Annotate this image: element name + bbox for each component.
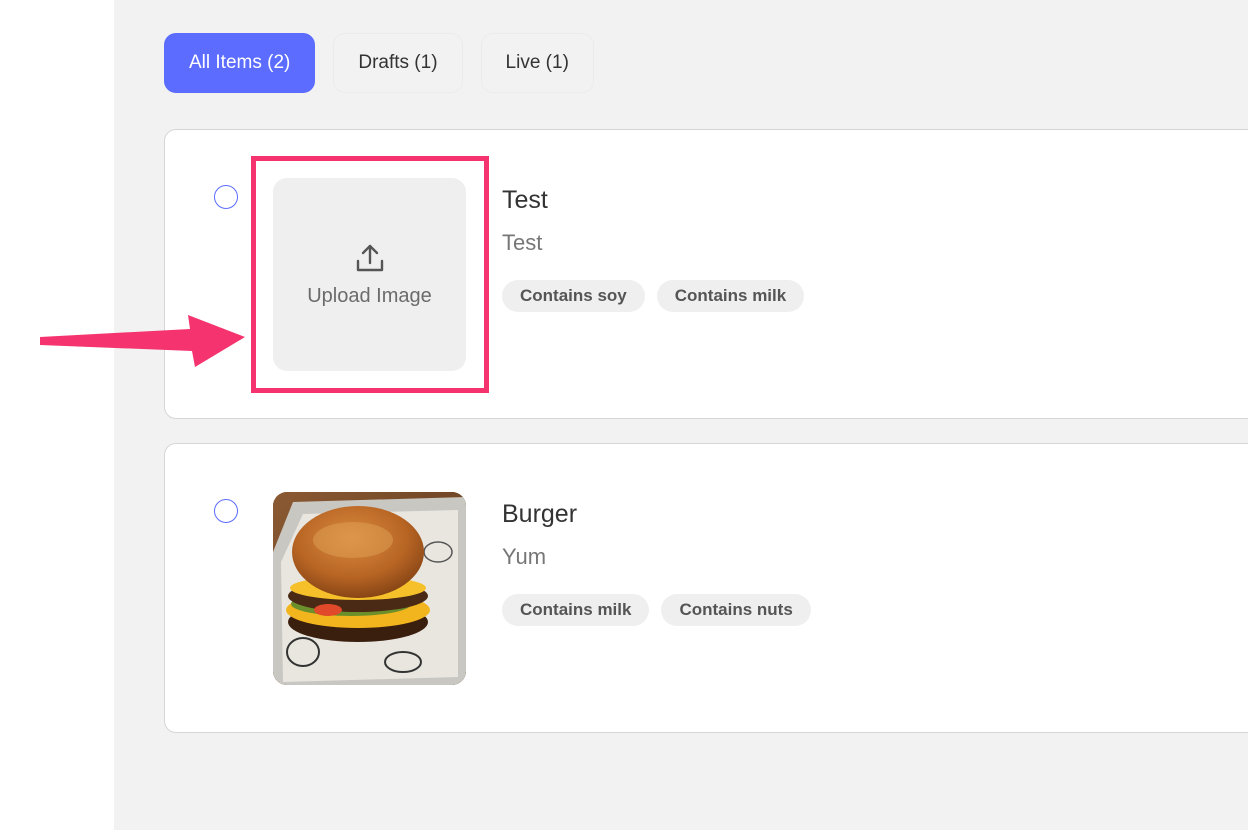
tag-list: Contains milk Contains nuts: [502, 594, 811, 626]
tab-live[interactable]: Live (1): [480, 33, 594, 93]
tag-badge: Contains soy: [502, 280, 645, 312]
left-margin: [0, 0, 114, 830]
item-card[interactable]: Upload Image Test Test Contains soy Cont…: [164, 129, 1248, 419]
burger-photo[interactable]: [273, 492, 466, 685]
item-description: Yum: [502, 544, 547, 569]
select-item-radio[interactable]: [214, 499, 238, 523]
tab-drafts[interactable]: Drafts (1): [333, 33, 463, 93]
select-item-radio[interactable]: [214, 185, 238, 209]
upload-icon: [356, 244, 383, 272]
tag-list: Contains soy Contains milk: [502, 280, 805, 312]
burger-illustration: [273, 492, 466, 685]
upload-image-button[interactable]: Upload Image: [273, 178, 466, 371]
item-info: Test Test Contains soy Contains milk: [502, 184, 805, 312]
tag-badge: Contains nuts: [661, 594, 811, 626]
tag-badge: Contains milk: [502, 594, 650, 626]
item-card[interactable]: Burger Yum Contains milk Contains nuts: [164, 443, 1248, 733]
upload-image-label: Upload Image: [307, 285, 432, 307]
filter-tabs: All Items (2) Drafts (1) Live (1): [164, 33, 594, 93]
tag-badge: Contains milk: [656, 280, 805, 312]
item-title: Test: [502, 186, 548, 214]
main-content: All Items (2) Drafts (1) Live (1) Upload…: [114, 0, 1248, 830]
tab-all-items[interactable]: All Items (2): [164, 33, 316, 93]
item-info: Burger Yum Contains milk Contains nuts: [502, 498, 811, 626]
annotation-arrow-icon: [40, 315, 245, 367]
item-description: Test: [502, 230, 543, 255]
item-title: Burger: [502, 500, 578, 528]
